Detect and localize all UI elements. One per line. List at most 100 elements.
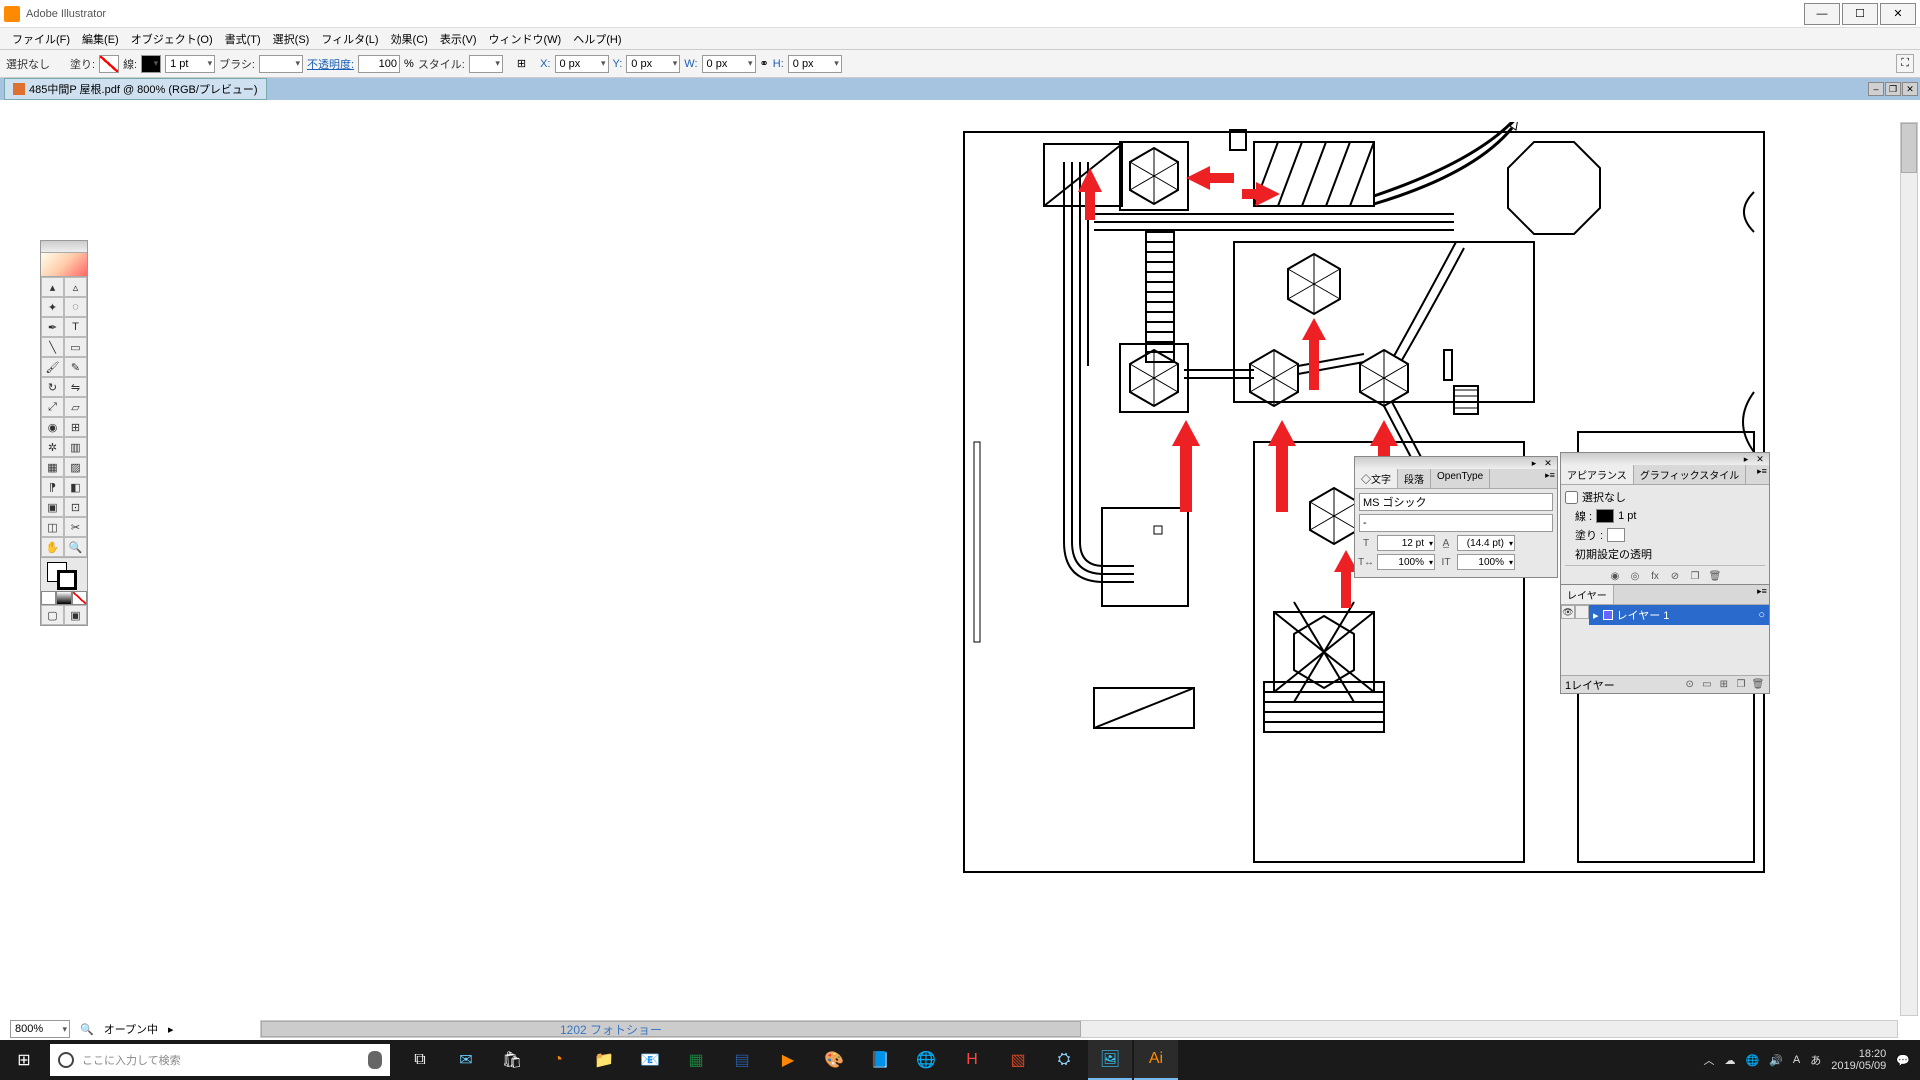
new-stroke-icon[interactable]: ◎ [1628, 569, 1642, 583]
menu-type[interactable]: 書式(T) [219, 29, 267, 49]
layer-item[interactable]: ▸ レイヤー 1 ○ [1589, 605, 1769, 625]
y-input[interactable]: 0 px [626, 55, 680, 73]
status-arrow-icon[interactable]: ▸ [168, 1023, 174, 1036]
menu-effect[interactable]: 効果(C) [385, 29, 434, 49]
tab-character[interactable]: ◇文字 [1355, 469, 1398, 488]
taskbar-app-chrome[interactable]: 🌐 [904, 1040, 948, 1080]
doc-close-button[interactable]: ✕ [1902, 82, 1918, 96]
shear-tool[interactable]: ▱ [64, 397, 87, 417]
paintbrush-tool[interactable]: 🖌 [41, 357, 64, 377]
rotate-tool[interactable]: ↻ [41, 377, 64, 397]
tray-notifications-icon[interactable]: 💬 [1896, 1054, 1910, 1067]
h-input[interactable]: 0 px [788, 55, 842, 73]
reflect-tool[interactable]: ⇋ [64, 377, 87, 397]
appearance-stroke-swatch[interactable] [1596, 509, 1614, 523]
taskbar-app-blender[interactable]: ◔ [536, 1040, 580, 1080]
taskbar-app-h[interactable]: H [950, 1040, 994, 1080]
taskbar-app-notes[interactable]: 📘 [858, 1040, 902, 1080]
align-icon[interactable]: ⊞ [517, 57, 526, 70]
clear-icon[interactable]: ⊘ [1668, 569, 1682, 583]
menu-help[interactable]: ヘルプ(H) [567, 29, 627, 49]
tray-ime-icon[interactable]: A [1793, 1054, 1800, 1066]
panel-options-icon[interactable]: ▸≡ [1755, 585, 1769, 597]
mesh-tool[interactable]: ▦ [41, 457, 64, 477]
close-button[interactable]: ✕ [1880, 3, 1916, 25]
free-transform-tool[interactable]: ⊞ [64, 417, 87, 437]
doc-minimize-button[interactable]: – [1868, 82, 1884, 96]
taskbar-app-mail2[interactable]: 📧 [628, 1040, 672, 1080]
add-effect-icon[interactable]: fx [1648, 569, 1662, 583]
system-tray[interactable]: ︿ ☁ 🌐 🔊 A あ 18:20 2019/05/09 💬 [1693, 1048, 1920, 1072]
hscale-input[interactable]: 100% [1377, 554, 1435, 570]
appearance-panel[interactable]: ▸✕ アピアランス グラフィックスタイル ▸≡ 選択なし 線 :1 pt 塗り … [1560, 452, 1770, 591]
taskbar-app-explorer[interactable]: 📁 [582, 1040, 626, 1080]
lasso-tool[interactable]: ◌ [64, 297, 87, 317]
eyedropper-tool[interactable]: ⁋ [41, 477, 64, 497]
vertical-scrollbar[interactable] [1900, 122, 1918, 1016]
task-view-icon[interactable]: ⧉ [398, 1040, 442, 1080]
tab-layers[interactable]: レイヤー [1561, 585, 1614, 604]
appearance-fill-swatch[interactable] [1607, 528, 1625, 542]
tab-graphic-styles[interactable]: グラフィックスタイル [1634, 465, 1747, 484]
layers-panel[interactable]: レイヤー ▸≡ 👁 ▸ レイヤー 1 ○ 1レイヤー ⊙ ▭ ⊞ ❐ 🗑 [1560, 584, 1770, 694]
magic-wand-tool[interactable]: ✦ [41, 297, 64, 317]
layer-expand-icon[interactable]: ▸ [1593, 609, 1599, 622]
tab-opentype[interactable]: OpenType [1431, 469, 1490, 488]
menu-edit[interactable]: 編集(E) [76, 29, 125, 49]
gradient-mode-icon[interactable] [56, 591, 71, 605]
doc-restore-button[interactable]: ❐ [1885, 82, 1901, 96]
font-family-input[interactable] [1359, 493, 1553, 511]
tray-onedrive-icon[interactable]: ☁ [1724, 1054, 1735, 1067]
delete-icon[interactable]: 🗑 [1708, 569, 1722, 583]
horizontal-scrollbar[interactable] [260, 1020, 1898, 1038]
graph-tool[interactable]: ▥ [64, 437, 87, 457]
stroke-swatch[interactable] [141, 55, 161, 73]
menu-select[interactable]: 選択(S) [267, 29, 316, 49]
line-tool[interactable]: ╲ [41, 337, 64, 357]
layer-visibility-icon[interactable]: 👁 [1561, 605, 1575, 619]
none-mode-icon[interactable] [72, 591, 87, 605]
brush-combo[interactable] [259, 55, 303, 73]
scissors-tool[interactable]: ✂ [64, 517, 87, 537]
taskbar-app-store[interactable]: 🛍 [490, 1040, 534, 1080]
tab-paragraph[interactable]: 段落 [1398, 469, 1431, 488]
delete-layer-icon[interactable]: 🗑 [1751, 678, 1765, 692]
menu-filter[interactable]: フィルタ(L) [315, 29, 384, 49]
gradient-tool[interactable]: ▨ [64, 457, 87, 477]
menu-object[interactable]: オブジェクト(O) [125, 29, 219, 49]
blend-tool[interactable]: ◧ [64, 477, 87, 497]
tray-clock[interactable]: 18:20 2019/05/09 [1831, 1048, 1886, 1072]
selection-tool[interactable]: ▴ [41, 277, 64, 297]
type-tool[interactable]: T [64, 317, 87, 337]
maximize-button[interactable]: ☐ [1842, 3, 1878, 25]
tray-network-icon[interactable]: 🌐 [1745, 1054, 1759, 1067]
screen-mode-normal[interactable]: ▢ [41, 605, 64, 625]
appearance-check[interactable] [1565, 491, 1578, 504]
panel-close-icon[interactable]: ✕ [1753, 453, 1767, 465]
eraser-tool[interactable]: ◫ [41, 517, 64, 537]
taskbar-app-mail[interactable]: ✉ [444, 1040, 488, 1080]
rectangle-tool[interactable]: ▭ [64, 337, 87, 357]
duplicate-icon[interactable]: ❐ [1688, 569, 1702, 583]
tool-palette[interactable]: ▴▵ ✦◌ ✒T ╲▭ 🖌✎ ↻⇋ ⤢▱ ◉⊞ ✲▥ ▦▨ ⁋◧ ▣⊡ ◫✂ ✋… [40, 240, 88, 626]
doc-setup-icon[interactable]: ⛶ [1896, 54, 1914, 73]
tab-appearance[interactable]: アピアランス [1561, 465, 1634, 484]
leading-input[interactable]: (14.4 pt) [1457, 535, 1515, 551]
taskbar-app-photo[interactable]: 🖼 [1088, 1040, 1132, 1080]
live-paint-tool[interactable]: ▣ [41, 497, 64, 517]
style-combo[interactable] [469, 55, 503, 73]
zoom-combo[interactable]: 800% [10, 1020, 70, 1038]
menu-window[interactable]: ウィンドウ(W) [483, 29, 568, 49]
taskbar-app-dev[interactable]: ⛭ [1042, 1040, 1086, 1080]
taskbar-app-paint[interactable]: 🎨 [812, 1040, 856, 1080]
minimize-button[interactable]: — [1804, 3, 1840, 25]
taskbar-app-media[interactable]: ▶ [766, 1040, 810, 1080]
locate-icon[interactable]: ⊙ [1683, 678, 1697, 692]
menu-file[interactable]: ファイル(F) [6, 29, 76, 49]
pencil-tool[interactable]: ✎ [64, 357, 87, 377]
layer-lock-icon[interactable] [1575, 605, 1589, 619]
taskbar-search[interactable]: ここに入力して検索 [50, 1044, 390, 1076]
stroke-box-icon[interactable] [57, 570, 77, 590]
tray-chevron-icon[interactable]: ︿ [1703, 1052, 1714, 1068]
fill-swatch[interactable] [99, 55, 119, 73]
